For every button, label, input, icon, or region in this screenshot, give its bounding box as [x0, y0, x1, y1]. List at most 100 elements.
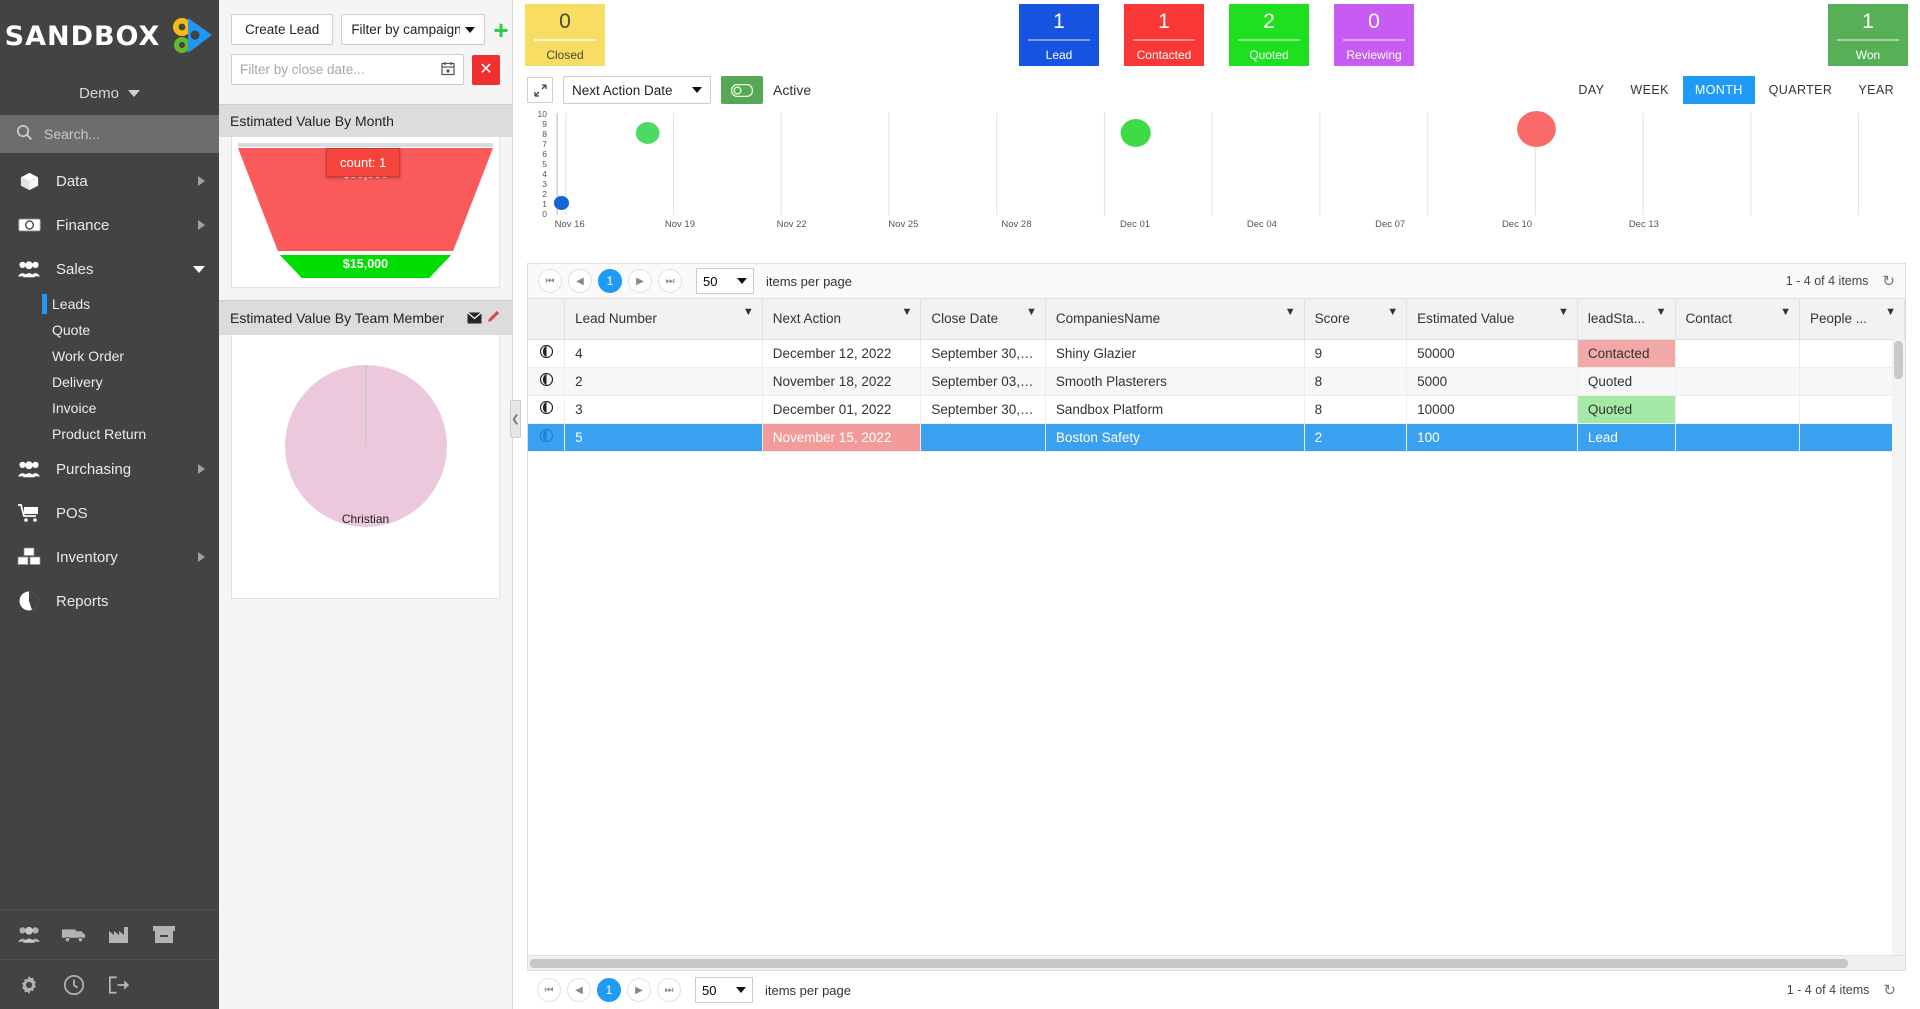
prev-page-icon[interactable]: ◀: [567, 978, 591, 1002]
sidebar-item-data[interactable]: Data: [0, 159, 219, 203]
col-header-close-date[interactable]: Close Date ▼: [920, 299, 1046, 340]
filter-icon[interactable]: ▼: [1656, 306, 1667, 318]
clear-filter-button[interactable]: ✕: [472, 54, 500, 85]
truck-icon[interactable]: [57, 920, 90, 950]
timeline-chart[interactable]: 10 9 8 7 6 5 4 3 2 1 0 Nov 16 Nov 19 Nov…: [513, 109, 1920, 263]
left-panel-collapse-toggle[interactable]: ❮: [510, 400, 521, 438]
table-row[interactable]: 5 November 15, 2022 Boston Safety 2 100 …: [528, 423, 1905, 452]
row-eye-icon[interactable]: [528, 339, 566, 368]
page-size-select[interactable]: 50: [695, 977, 753, 1003]
sidebar-item-pos[interactable]: POS: [0, 491, 219, 535]
filter-icon[interactable]: ▼: [1885, 306, 1896, 318]
sidebar-footer-row-1: [0, 909, 219, 959]
range-month[interactable]: MONTH: [1682, 76, 1755, 104]
logo[interactable]: SANDBOX: [0, 0, 219, 72]
page-number-1[interactable]: 1: [598, 269, 622, 293]
status-card-reviewing[interactable]: 0 Reviewing: [1334, 4, 1414, 66]
filter-icon[interactable]: ▼: [1558, 306, 1569, 318]
table-row[interactable]: 3 December 01, 2022 September 30, ... Sa…: [528, 395, 1905, 424]
sidebar-item-finance[interactable]: Finance: [0, 203, 219, 247]
col-header-people[interactable]: People ... ▼: [1799, 299, 1905, 340]
col-header-lead-status[interactable]: leadSta... ▼: [1577, 299, 1676, 340]
last-page-icon[interactable]: ⏭: [657, 978, 681, 1002]
sidebar-item-sales[interactable]: Sales: [0, 247, 219, 291]
status-card-closed[interactable]: 0 Closed: [525, 4, 605, 66]
x-tick: Dec 13: [1628, 219, 1659, 230]
contacts-icon[interactable]: [12, 920, 45, 950]
cell-lead-number: 4: [564, 339, 763, 368]
factory-icon[interactable]: [102, 920, 135, 950]
refresh-icon[interactable]: ↻: [1882, 272, 1895, 290]
next-page-icon[interactable]: ▶: [628, 269, 652, 293]
col-header-lead-number[interactable]: Lead Number ▼: [564, 299, 763, 340]
status-card-contacted[interactable]: 1 Contacted: [1124, 4, 1204, 66]
sidebar-item-leads[interactable]: Leads: [0, 291, 219, 317]
campaign-filter-select[interactable]: Filter by campaign...: [341, 14, 486, 45]
grid-horizontal-scrollbar[interactable]: [528, 955, 1905, 970]
sidebar-item-reports[interactable]: Reports: [0, 579, 219, 623]
page-size-select[interactable]: 50: [696, 268, 754, 294]
filter-icon[interactable]: ▼: [1780, 306, 1791, 318]
range-day[interactable]: DAY: [1566, 76, 1616, 104]
table-row[interactable]: 4 December 12, 2022 September 30, ... Sh…: [528, 339, 1905, 368]
chevron-right-icon: [198, 176, 205, 186]
search-input[interactable]: Search...: [0, 115, 219, 153]
close-date-input[interactable]: Filter by close date...: [231, 54, 464, 85]
sidebar-item-quote[interactable]: Quote: [0, 317, 219, 343]
table-row[interactable]: 2 November 18, 2022 September 03, ... Sm…: [528, 367, 1905, 396]
refresh-icon[interactable]: ↻: [1883, 981, 1896, 999]
tenant-selector[interactable]: Demo: [0, 72, 219, 115]
filter-icon[interactable]: ▼: [902, 306, 913, 318]
col-header-contact[interactable]: Contact ▼: [1675, 299, 1800, 340]
filter-icon[interactable]: ▼: [1026, 306, 1037, 318]
x-tick: Nov 19: [664, 219, 695, 230]
range-quarter[interactable]: QUARTER: [1757, 76, 1845, 104]
sidebar-item-product-return[interactable]: Product Return: [0, 421, 219, 447]
status-card-lead[interactable]: 1 Lead: [1019, 4, 1099, 66]
sidebar-item-work-order[interactable]: Work Order: [0, 343, 219, 369]
row-eye-icon[interactable]: [528, 395, 566, 424]
range-year[interactable]: YEAR: [1846, 76, 1906, 104]
filter-icon[interactable]: ▼: [743, 306, 754, 318]
chevron-right-icon: [198, 464, 205, 474]
next-page-icon[interactable]: ▶: [627, 978, 651, 1002]
col-header-estimated-value[interactable]: Estimated Value ▼: [1406, 299, 1578, 340]
timeline-date-field-select[interactable]: Next Action Date: [563, 76, 711, 104]
mail-icon[interactable]: [467, 311, 486, 327]
col-header-next-action[interactable]: Next Action ▼: [762, 299, 922, 340]
filter-icon[interactable]: ▼: [1387, 306, 1398, 318]
create-lead-button[interactable]: Create Lead: [231, 14, 334, 45]
range-week[interactable]: WEEK: [1618, 76, 1680, 104]
active-toggle[interactable]: [721, 76, 763, 104]
pencil-icon[interactable]: [486, 311, 501, 327]
gear-icon[interactable]: [12, 970, 45, 1000]
first-page-icon[interactable]: ⏮: [538, 269, 562, 293]
sidebar-item-delivery[interactable]: Delivery: [0, 369, 219, 395]
status-card-value: 2: [1263, 10, 1275, 33]
col-header-companies-name[interactable]: CompaniesName ▼: [1045, 299, 1305, 340]
grid-vertical-scrollbar[interactable]: [1892, 339, 1905, 955]
sidebar-item-invoice[interactable]: Invoice: [0, 395, 219, 421]
scrollbar-thumb[interactable]: [530, 958, 1849, 968]
row-eye-icon[interactable]: [528, 423, 566, 452]
last-page-icon[interactable]: ⏭: [658, 269, 682, 293]
col-header-score[interactable]: Score ▼: [1304, 299, 1408, 340]
prev-page-icon[interactable]: ◀: [568, 269, 592, 293]
status-card-won[interactable]: 1 Won: [1828, 4, 1908, 66]
sidebar-item-inventory[interactable]: Inventory: [0, 535, 219, 579]
clock-icon[interactable]: [57, 970, 90, 1000]
funnel-chart[interactable]: $50,000 $15,000 count: 1: [238, 143, 493, 281]
sidebar-item-purchasing[interactable]: Purchasing: [0, 447, 219, 491]
status-card-quoted[interactable]: 2 Quoted: [1229, 4, 1309, 66]
first-page-icon[interactable]: ⏮: [537, 978, 561, 1002]
page-number-1[interactable]: 1: [597, 978, 621, 1002]
plus-icon[interactable]: +: [493, 17, 508, 43]
filter-icon[interactable]: ▼: [1285, 306, 1296, 318]
row-eye-icon[interactable]: [528, 367, 566, 396]
expand-icon[interactable]: [527, 77, 553, 103]
scrollbar-thumb[interactable]: [1894, 341, 1903, 379]
logout-icon[interactable]: [102, 970, 135, 1000]
calendar-icon[interactable]: [441, 61, 455, 79]
archive-icon[interactable]: [147, 920, 180, 950]
pie-chart[interactable]: Christian: [284, 364, 448, 570]
